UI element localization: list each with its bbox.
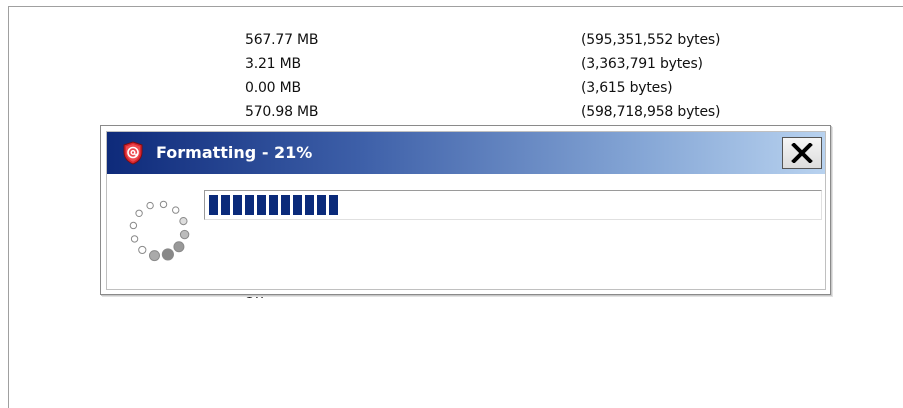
dialog-body: Formatting - 21% [106,131,826,290]
dialog-title: Formatting - 21% [156,143,313,162]
spinner-dot [159,200,168,209]
progress-segment [293,195,302,215]
progress-segment [221,195,230,215]
progress-fill [209,195,338,215]
formatting-dialog: Formatting - 21% [100,125,831,295]
progress-segment [317,195,326,215]
progress-segment [233,195,242,215]
progress-segment [269,195,278,215]
spinner-dot [148,250,160,262]
progress-segment [329,195,338,215]
size-bytes-value: (3,615 bytes) [581,80,673,96]
progress-bar [204,190,822,220]
spinner-dot [129,221,138,230]
spinner-dot [179,229,190,240]
spinner-dot [138,245,147,255]
progress-segment [257,195,266,215]
progress-segment [245,195,254,215]
progress-segment [281,195,290,215]
spinner-dot [173,241,185,253]
progress-segment [209,195,218,215]
spinner-dot [161,248,174,261]
size-bytes-value: (3,363,791 bytes) [581,56,703,72]
size-mb-value: 567.77 MB [245,32,319,48]
spinner-dot [146,201,154,210]
loading-spinner-icon [129,200,190,262]
progress-segment [305,195,314,215]
size-mb-value: 0.00 MB [245,80,301,96]
dialog-titlebar[interactable]: Formatting - 21% [107,132,825,174]
spinner-dot [130,235,139,243]
size-bytes-value: (595,351,552 bytes) [581,32,721,48]
spinner-dot [135,209,143,217]
close-icon [791,143,813,163]
size-mb-value: 570.98 MB [245,104,319,120]
spinner-dot [172,206,180,214]
spinner-dot [179,217,188,226]
shield-at-icon [123,141,143,165]
size-bytes-value: (598,718,958 bytes) [581,104,721,120]
size-mb-value: 3.21 MB [245,56,301,72]
close-button[interactable] [782,137,822,169]
